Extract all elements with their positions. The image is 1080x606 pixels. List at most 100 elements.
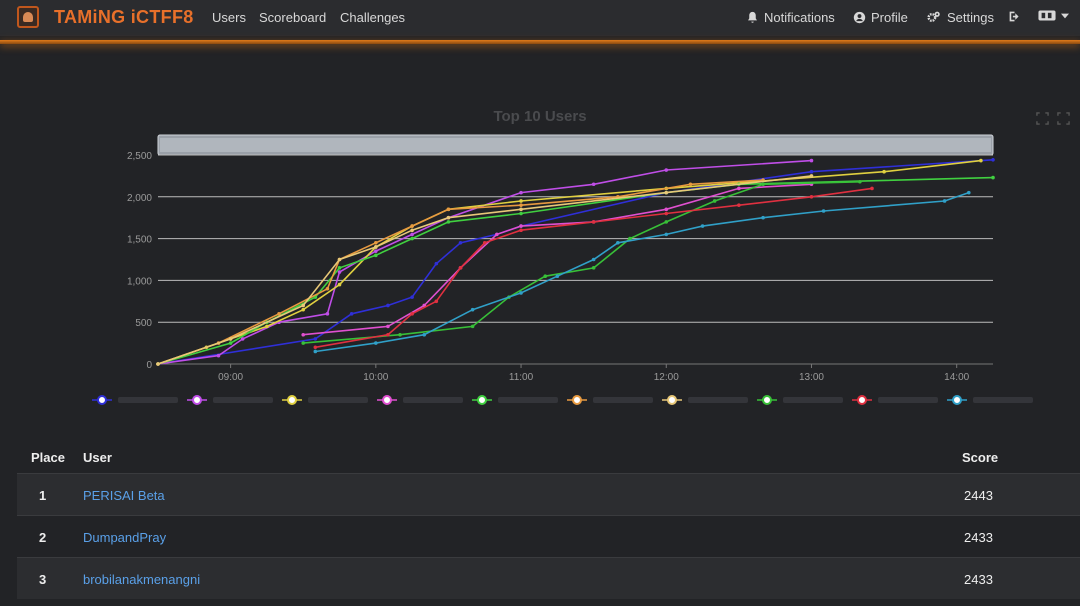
series-point bbox=[809, 174, 814, 178]
legend-marker bbox=[477, 395, 487, 405]
row-user-link[interactable]: DumpandPray bbox=[83, 530, 166, 545]
row-user-link[interactable]: PERISAI Beta bbox=[83, 488, 165, 503]
series-point bbox=[664, 207, 669, 212]
gears-icon bbox=[927, 11, 940, 22]
series-point bbox=[398, 332, 402, 337]
table-row: 1 PERISAI Beta 2443 bbox=[17, 473, 1080, 515]
series-point bbox=[519, 224, 523, 228]
series-point bbox=[313, 345, 318, 350]
legend-label-placeholder bbox=[783, 397, 843, 403]
bell-icon bbox=[748, 11, 757, 23]
series-point bbox=[519, 207, 523, 212]
series-point bbox=[737, 203, 741, 207]
series-point bbox=[966, 190, 971, 195]
series-point bbox=[386, 303, 390, 308]
series-point bbox=[664, 190, 669, 195]
series-point bbox=[942, 199, 947, 203]
series-point bbox=[519, 199, 523, 203]
series-point bbox=[337, 257, 342, 262]
legend-label-placeholder bbox=[498, 397, 558, 403]
legend-marker bbox=[857, 395, 867, 405]
navbar: TAMiNG iCTFF8 Users Scoreboard Challenge… bbox=[0, 0, 1080, 36]
series-point bbox=[386, 332, 390, 337]
series-point bbox=[410, 312, 414, 316]
series-point bbox=[374, 253, 378, 258]
series-point bbox=[519, 291, 523, 295]
series-point bbox=[809, 169, 814, 174]
series-point bbox=[228, 337, 233, 341]
series-point bbox=[313, 337, 318, 341]
language-dropdown[interactable] bbox=[1038, 10, 1069, 21]
series-point bbox=[410, 228, 414, 233]
y-tick-label: 500 bbox=[135, 318, 152, 329]
series-point bbox=[434, 261, 439, 266]
series-point bbox=[301, 341, 306, 345]
brand-logo[interactable] bbox=[17, 6, 39, 28]
series-point bbox=[591, 257, 596, 262]
nav-link-challenges[interactable]: Challenges bbox=[340, 10, 405, 25]
series-point bbox=[458, 266, 463, 270]
x-tick-label: 10:00 bbox=[363, 372, 388, 383]
score-chart: 0 500 1,000 1,500 2,000 2,500 09:00 10:00 11:00 1… bbox=[92, 134, 1033, 405]
legend-marker bbox=[192, 395, 202, 405]
series-point bbox=[325, 312, 330, 316]
row-score: 2433 bbox=[964, 530, 993, 545]
series-point bbox=[313, 349, 318, 354]
settings-link[interactable]: Settings bbox=[925, 10, 994, 25]
nav-link-users[interactable]: Users bbox=[212, 10, 246, 25]
series-point bbox=[301, 332, 306, 337]
series-point bbox=[374, 341, 378, 345]
series-point bbox=[591, 266, 596, 270]
series-point bbox=[664, 220, 669, 224]
series-point bbox=[325, 286, 330, 291]
series-point bbox=[482, 240, 487, 245]
legend-label-placeholder bbox=[118, 397, 178, 403]
y-tick-label: 2,500 bbox=[127, 151, 152, 162]
series-point bbox=[228, 341, 233, 345]
series-point bbox=[446, 215, 451, 220]
series-point bbox=[277, 312, 281, 316]
nav-link-scoreboard[interactable]: Scoreboard bbox=[259, 10, 326, 25]
series-point bbox=[349, 312, 354, 316]
series-point bbox=[858, 179, 862, 184]
series-point bbox=[519, 211, 523, 216]
series-point bbox=[374, 240, 378, 245]
series-point bbox=[664, 168, 669, 172]
header-place: Place bbox=[31, 450, 65, 465]
series-point bbox=[410, 295, 414, 299]
series-point bbox=[761, 215, 765, 220]
legend-label-placeholder bbox=[878, 397, 938, 403]
legend-marker bbox=[97, 395, 107, 405]
notifications-link[interactable]: Notifications bbox=[746, 10, 835, 25]
series-point bbox=[979, 158, 983, 163]
legend-marker bbox=[287, 395, 297, 405]
series-point bbox=[809, 195, 814, 199]
series-line-4 bbox=[303, 183, 812, 336]
series-point bbox=[446, 207, 451, 212]
row-user-link[interactable]: brobilanakmenangni bbox=[83, 572, 200, 587]
logout-button[interactable] bbox=[1008, 10, 1021, 23]
series-point bbox=[410, 236, 414, 241]
series-point bbox=[591, 182, 596, 187]
row-score: 2433 bbox=[964, 572, 993, 587]
series-point bbox=[821, 209, 826, 213]
series-point bbox=[337, 282, 342, 287]
legend-marker bbox=[667, 395, 677, 405]
zoom-slider-window bbox=[160, 138, 991, 152]
user-circle-icon bbox=[853, 11, 866, 24]
brand-title[interactable]: TAMiNG iCTFF8 bbox=[54, 7, 194, 28]
series-point bbox=[337, 270, 342, 274]
profile-link[interactable]: Profile bbox=[853, 10, 908, 25]
legend-label-placeholder bbox=[308, 397, 368, 403]
series-point bbox=[664, 211, 669, 216]
series-point bbox=[870, 186, 874, 191]
legend-label-placeholder bbox=[403, 397, 463, 403]
series-point bbox=[410, 224, 414, 228]
series-point bbox=[374, 249, 378, 253]
series-point bbox=[700, 224, 705, 228]
x-tick-label: 13:00 bbox=[799, 372, 824, 383]
series-point bbox=[543, 274, 548, 279]
settings-label: Settings bbox=[947, 10, 994, 25]
legend-label-placeholder bbox=[688, 397, 748, 403]
series-point bbox=[519, 190, 523, 195]
